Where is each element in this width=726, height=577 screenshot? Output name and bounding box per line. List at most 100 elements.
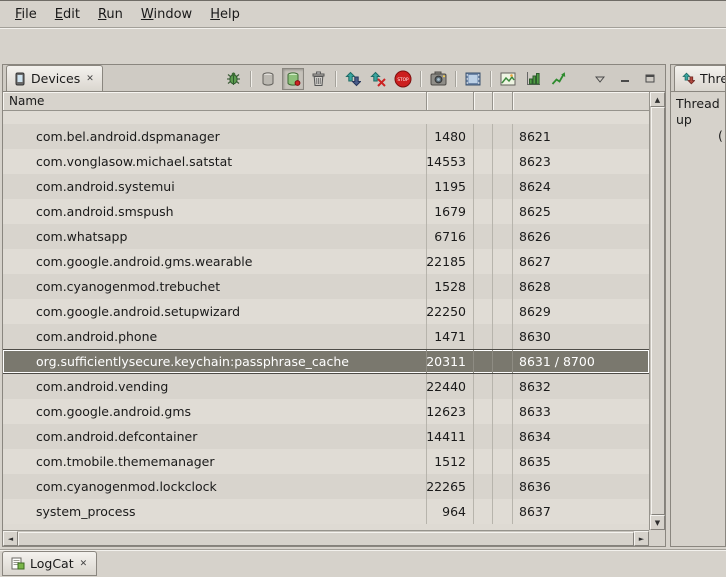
process-pid: 12623 xyxy=(427,399,474,424)
column-header-blank1[interactable] xyxy=(474,92,493,111)
screen-capture-icon[interactable] xyxy=(427,68,449,90)
minimize-icon[interactable] xyxy=(614,68,636,90)
horizontal-scroll-thumb[interactable] xyxy=(18,532,634,546)
process-port: 8621 xyxy=(513,124,649,149)
menu-edit[interactable]: Edit xyxy=(46,4,89,25)
process-port: 8632 xyxy=(513,374,649,399)
tab-threads-label: Threads xyxy=(700,71,726,86)
menu-help[interactable]: Help xyxy=(201,4,249,25)
show-heap-updates-icon[interactable] xyxy=(257,68,279,90)
bottom-bar: LogCat ✕ xyxy=(0,549,726,577)
device-table-header: Name xyxy=(3,92,649,111)
main-toolbar-strip xyxy=(0,29,726,62)
column-header-name[interactable]: Name xyxy=(3,92,427,111)
update-threads-icon[interactable] xyxy=(342,68,364,90)
toolbar-separator xyxy=(490,71,491,87)
process-name: org.sufficientlysecure.keychain:passphra… xyxy=(3,350,427,373)
process-port: 8629 xyxy=(513,299,649,324)
process-name: com.android.vending xyxy=(3,374,427,399)
table-row[interactable]: system_process9648637 xyxy=(3,499,649,524)
tab-devices-close-icon[interactable]: ✕ xyxy=(85,74,95,84)
heap-chart-icon[interactable] xyxy=(522,68,544,90)
device-icon xyxy=(14,72,26,86)
scrollbar-corner xyxy=(649,530,665,546)
stop-process-icon[interactable]: STOP xyxy=(392,68,414,90)
device-table-body: com.bel.android.dspmanager14808621com.vo… xyxy=(3,111,649,530)
tab-devices[interactable]: Devices ✕ xyxy=(6,65,103,91)
table-row[interactable]: com.android.smspush16798625 xyxy=(3,199,649,224)
process-port: 8633 xyxy=(513,399,649,424)
column-header-blank2[interactable] xyxy=(493,92,513,111)
table-row[interactable]: com.google.android.gms126238633 xyxy=(3,399,649,424)
threads-message: Thread up ( xyxy=(671,92,725,144)
process-port: 8637 xyxy=(513,499,649,524)
threads-tabbar: Threads ✕ xyxy=(671,65,725,92)
menu-run[interactable]: Run xyxy=(89,4,132,25)
process-pid: 1195 xyxy=(427,174,474,199)
column-header-pid[interactable] xyxy=(427,92,474,111)
process-port: 8625 xyxy=(513,199,649,224)
process-port: 8623 xyxy=(513,149,649,174)
process-pid: 1480 xyxy=(427,124,474,149)
table-row[interactable]: com.google.android.gms.wearable221858627 xyxy=(3,249,649,274)
tab-logcat-close-icon[interactable]: ✕ xyxy=(79,559,89,569)
table-row[interactable]: com.android.systemui1195 8624 xyxy=(3,174,649,199)
process-pid: 22440 xyxy=(427,374,474,399)
update-heap-icon[interactable] xyxy=(282,68,304,90)
table-row[interactable]: com.cyanogenmod.lockclock222658636 xyxy=(3,474,649,499)
process-port: 8634 xyxy=(513,424,649,449)
vertical-scroll-thumb[interactable] xyxy=(651,107,665,515)
process-pid: 22265 xyxy=(427,474,474,499)
screen-record-icon[interactable] xyxy=(462,68,484,90)
process-port: 8626 xyxy=(513,224,649,249)
view-menu-chevron-icon[interactable] xyxy=(589,68,611,90)
menu-window[interactable]: Window xyxy=(132,4,201,25)
table-row[interactable]: com.android.defcontainer144118634 xyxy=(3,424,649,449)
partial-row xyxy=(3,111,649,124)
tab-logcat-label: LogCat xyxy=(30,556,74,571)
table-row[interactable]: com.bel.android.dspmanager14808621 xyxy=(3,124,649,149)
process-name: system_process xyxy=(3,499,427,524)
process-name: com.android.systemui xyxy=(3,174,427,199)
maximize-icon[interactable] xyxy=(639,68,661,90)
process-name: com.google.android.setupwizard xyxy=(3,299,427,324)
image-viewer-icon[interactable] xyxy=(497,68,519,90)
tab-threads[interactable]: Threads ✕ xyxy=(674,65,726,91)
scroll-down-icon[interactable]: ▼ xyxy=(650,515,665,530)
tab-logcat[interactable]: LogCat ✕ xyxy=(2,551,97,576)
table-row[interactable]: com.android.phone14718630 xyxy=(3,324,649,349)
table-row[interactable]: com.vonglasow.michael.satstat145538623 xyxy=(3,149,649,174)
vertical-scrollbar[interactable]: ▲ ▼ xyxy=(649,92,665,530)
horizontal-scrollbar[interactable]: ◄ ► xyxy=(3,530,649,546)
scroll-right-icon[interactable]: ► xyxy=(634,531,649,546)
table-row[interactable]: com.whatsapp67168626 xyxy=(3,224,649,249)
devices-toolbar: STOP xyxy=(222,65,661,92)
method-profiling-trace-icon[interactable] xyxy=(547,68,569,90)
table-row[interactable]: com.tmobile.thememanager15128635 xyxy=(3,449,649,474)
process-port: 8624 xyxy=(513,174,649,199)
process-port: 8627 xyxy=(513,249,649,274)
start-method-profiling-icon[interactable] xyxy=(367,68,389,90)
cause-gc-icon[interactable] xyxy=(307,68,329,90)
debug-process-icon[interactable] xyxy=(222,68,244,90)
process-name: com.cyanogenmod.trebuchet xyxy=(3,274,427,299)
process-name: com.tmobile.thememanager xyxy=(3,449,427,474)
process-pid: 14553 xyxy=(427,149,474,174)
column-header-port[interactable] xyxy=(513,92,649,111)
scroll-left-icon[interactable]: ◄ xyxy=(3,531,18,546)
scroll-up-icon[interactable]: ▲ xyxy=(650,92,665,107)
process-pid: 6716 xyxy=(427,224,474,249)
threads-panel: Threads ✕ Thread up ( xyxy=(670,64,726,547)
table-row[interactable]: org.sufficientlysecure.keychain:passphra… xyxy=(3,349,649,374)
table-row[interactable]: com.android.vending22440 8632 xyxy=(3,374,649,399)
threads-message-line2: ( xyxy=(676,128,725,144)
table-row[interactable]: com.google.android.setupwizard222508629 xyxy=(3,299,649,324)
table-row[interactable]: com.cyanogenmod.trebuchet15288628 xyxy=(3,274,649,299)
menu-file[interactable]: File xyxy=(6,4,46,25)
process-pid: 22185 xyxy=(427,249,474,274)
devices-tabbar: Devices ✕ xyxy=(3,65,665,92)
stop-label: STOP xyxy=(397,77,409,83)
process-port: 8628 xyxy=(513,274,649,299)
process-name: com.android.defcontainer xyxy=(3,424,427,449)
devices-panel: Devices ✕ xyxy=(2,64,666,547)
